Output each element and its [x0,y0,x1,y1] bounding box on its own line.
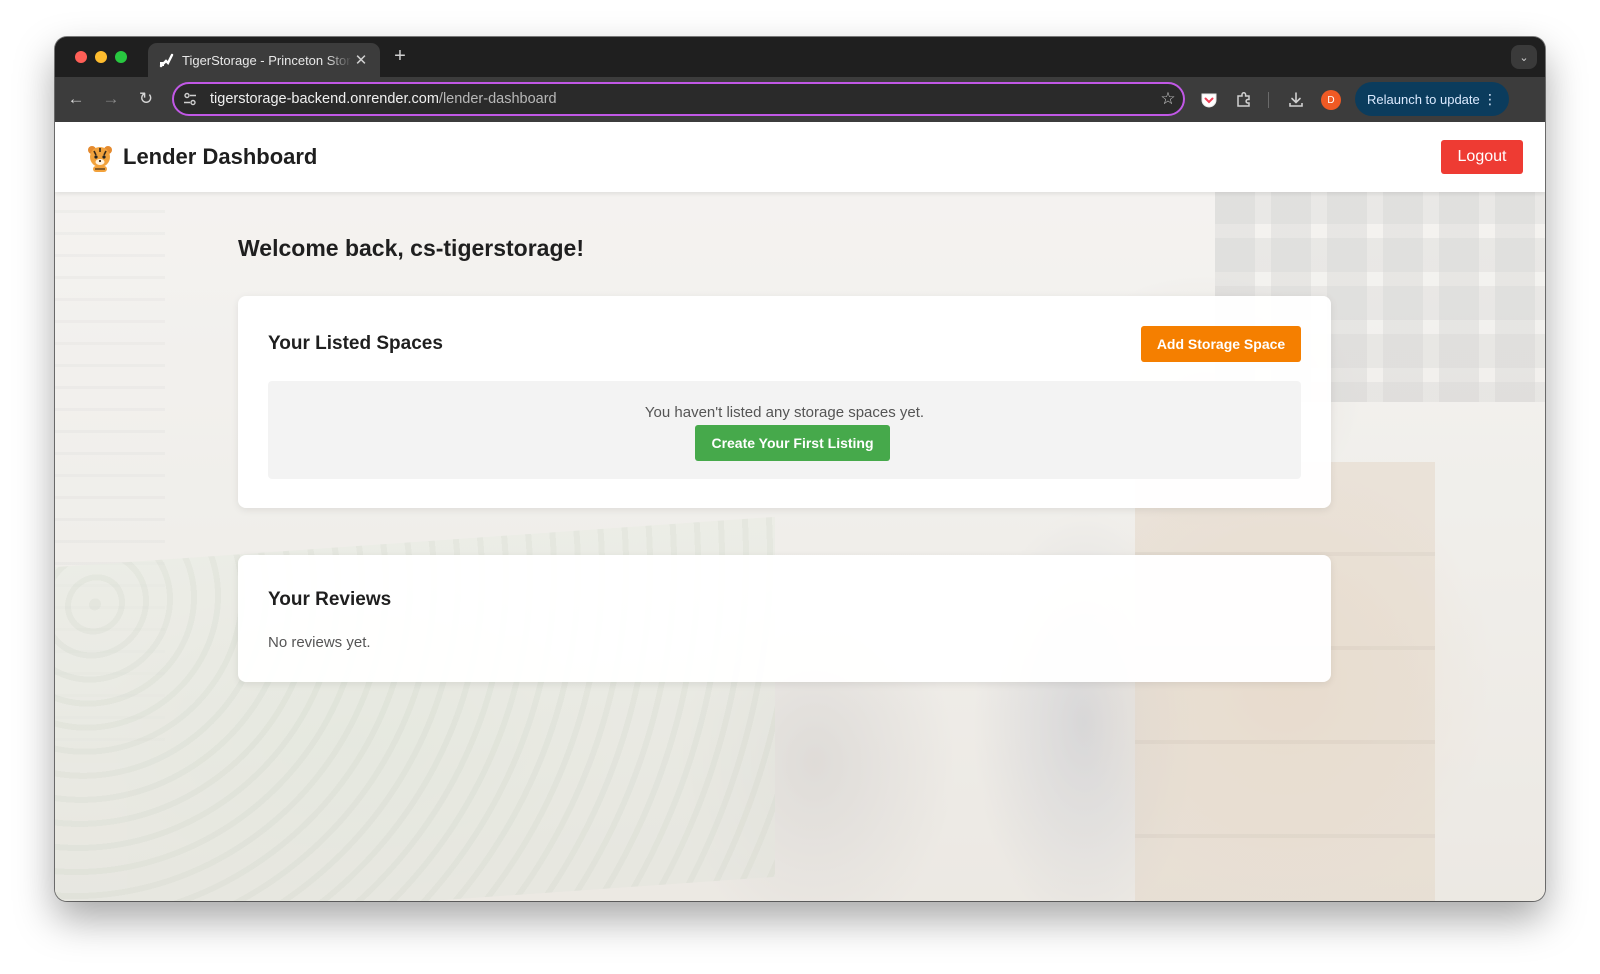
tab-search-button[interactable]: ⌄ [1511,45,1537,69]
tune-icon[interactable] [174,84,206,114]
page-title: Lender Dashboard [123,144,318,169]
favicon-icon [158,52,174,68]
app-header: Lender Dashboard Logout [55,122,1545,192]
toolbar-divider [1268,92,1269,108]
new-tab-button[interactable]: + [388,45,412,68]
empty-listings-panel: You haven't listed any storage spaces ye… [268,381,1301,479]
back-button[interactable]: ← [65,89,87,109]
reviews-card: Your Reviews No reviews yet. [238,555,1331,682]
forward-button[interactable]: → [100,89,122,109]
browser-toolbar: ← → ↻ tigerstorage-backend.onrender.com/… [55,77,1545,122]
tab-strip: TigerStorage - Princeton Storage ✕ + ⌄ [55,37,1545,77]
minimize-window-button[interactable] [95,51,107,63]
reload-button[interactable]: ↻ [135,89,157,109]
puzzle-icon[interactable] [1233,89,1255,111]
profile-avatar[interactable]: D [1321,90,1341,110]
tiger-mascot-icon [85,143,115,173]
close-window-button[interactable] [75,51,87,63]
address-bar[interactable]: tigerstorage-backend.onrender.com/lender… [172,82,1185,116]
listed-spaces-title: Your Listed Spaces [268,333,443,354]
url-text[interactable]: tigerstorage-backend.onrender.com/lender… [206,91,1153,107]
empty-listings-text: You haven't listed any storage spaces ye… [644,404,925,421]
bookmark-star-icon[interactable]: ☆ [1153,89,1183,109]
kebab-menu-icon[interactable]: ⋮ [1483,91,1497,108]
add-storage-space-button[interactable]: Add Storage Space [1141,326,1301,362]
listed-spaces-card: Your Listed Spaces Add Storage Space You… [238,296,1331,508]
download-icon[interactable] [1285,89,1307,111]
maximize-window-button[interactable] [115,51,127,63]
browser-window: TigerStorage - Princeton Storage ✕ + ⌄ ←… [55,37,1545,901]
close-tab-icon[interactable]: ✕ [352,51,370,69]
page-viewport: Lender Dashboard Logout Welcome back, cs… [55,122,1545,901]
relaunch-button[interactable]: Relaunch to update ⋮ [1355,82,1509,116]
reviews-title: Your Reviews [268,589,392,610]
logout-button[interactable]: Logout [1441,140,1523,174]
no-reviews-text: No reviews yet. [268,634,371,651]
pocket-icon[interactable] [1198,89,1220,111]
relaunch-label: Relaunch to update [1367,91,1480,107]
create-first-listing-button[interactable]: Create Your First Listing [695,425,890,461]
tab-active[interactable]: TigerStorage - Princeton Storage ✕ [148,43,380,77]
url-path: /lender-dashboard [438,91,557,107]
tab-title: TigerStorage - Princeton Storage [182,52,352,68]
url-host: tigerstorage-backend.onrender.com [210,91,439,107]
welcome-heading: Welcome back, cs-tigerstorage! [238,235,584,261]
